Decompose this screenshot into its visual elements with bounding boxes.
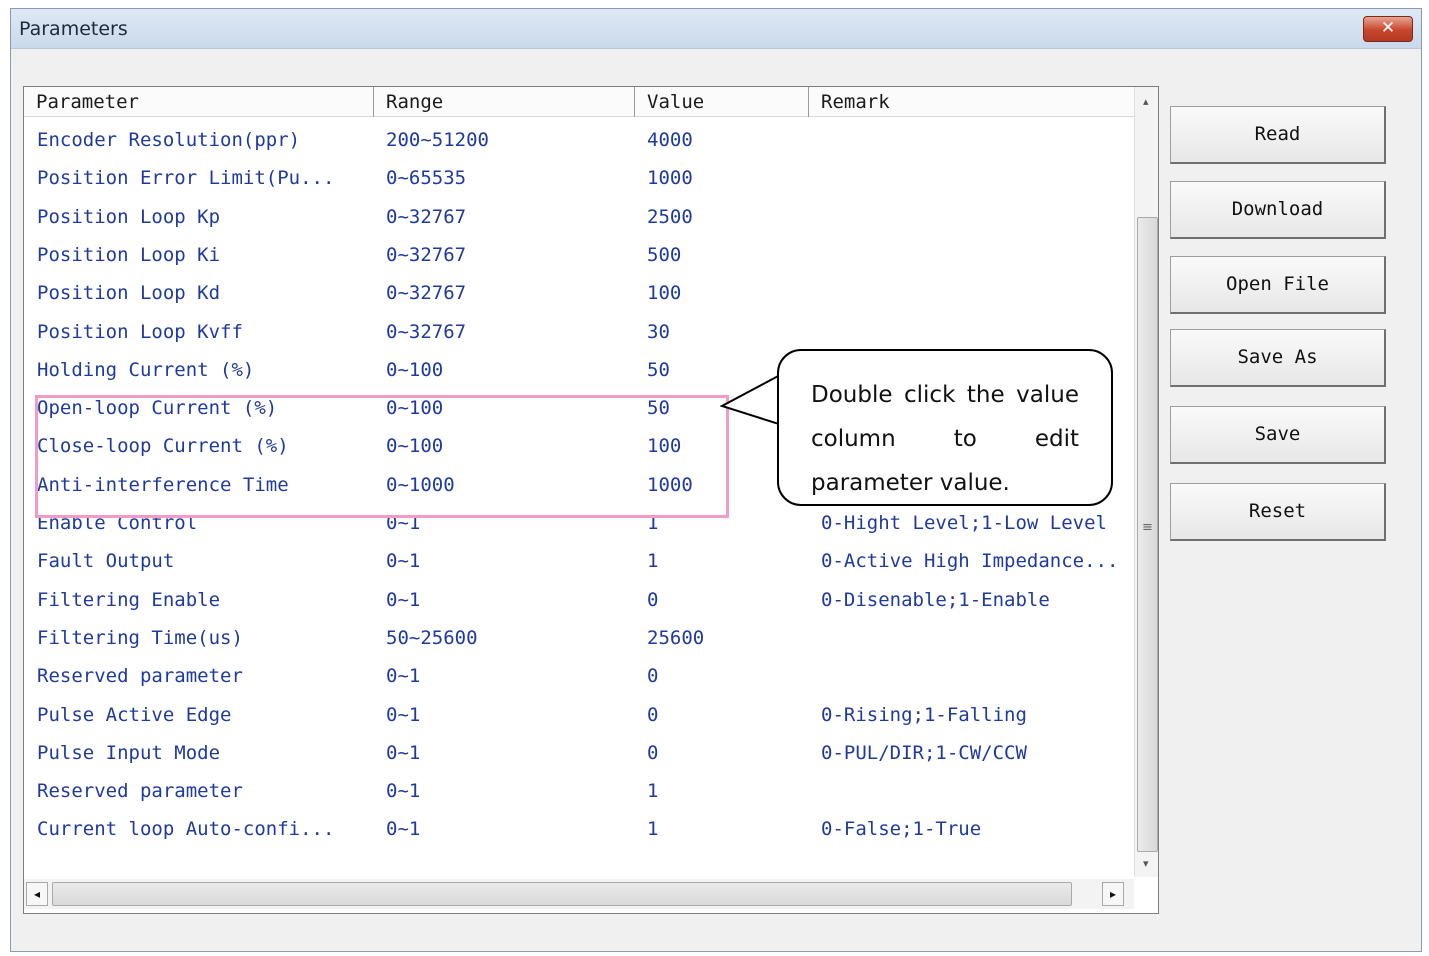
- remark-cell: [821, 236, 1134, 274]
- close-button[interactable]: ✕: [1363, 16, 1413, 42]
- remark-cell: [821, 121, 1134, 159]
- scroll-right-icon[interactable]: ▸: [1102, 882, 1124, 906]
- download-button[interactable]: Download: [1170, 181, 1386, 239]
- value-cell[interactable]: 0: [647, 734, 812, 772]
- list-header: Parameter Range Value Remark: [24, 87, 1134, 117]
- parameter-cell: Holding Current (%): [37, 358, 255, 381]
- range-cell: 0~32767: [386, 243, 467, 266]
- column-header-value[interactable]: Value: [635, 87, 809, 117]
- value-cell[interactable]: 500: [647, 236, 812, 274]
- value-cell[interactable]: 1: [647, 542, 812, 580]
- remark-cell: [821, 657, 1134, 695]
- horizontal-scroll-thumb[interactable]: [52, 882, 1072, 906]
- remark-cell: [821, 772, 1134, 810]
- range-cell: 200~51200: [386, 129, 489, 151]
- table-row[interactable]: Filtering Enable 0~1 0 0-Disenable;1-Enable: [24, 581, 1134, 619]
- parameter-cell: Pulse Active Edge: [37, 703, 232, 726]
- callout-note: Double click the value column to edit pa…: [777, 349, 1113, 506]
- range-cell: 0~1: [386, 780, 421, 803]
- value-cell[interactable]: 0: [647, 696, 812, 734]
- remark-cell: [821, 274, 1134, 312]
- grip-icon: ≡: [1142, 520, 1153, 535]
- table-row[interactable]: Current loop Auto-confi... 0~1 1 0-False;1-…: [24, 810, 1134, 848]
- range-cell: 0~100: [386, 358, 444, 381]
- range-cell: 0~32767: [386, 320, 467, 343]
- remark-cell: [821, 159, 1134, 197]
- parameter-cell: Fault Output: [37, 550, 175, 573]
- reset-button[interactable]: Reset: [1170, 483, 1386, 541]
- remark-cell: 0-Hight Level;1-Low Level: [821, 512, 1107, 534]
- parameter-cell: Reserved parameter: [37, 780, 243, 803]
- remark-cell: [821, 313, 1134, 351]
- highlight-box: [35, 395, 729, 518]
- column-header-remark[interactable]: Remark: [809, 87, 1134, 117]
- scroll-left-icon[interactable]: ◂: [26, 882, 48, 906]
- value-cell[interactable]: 1000: [647, 159, 812, 197]
- save-as-button[interactable]: Save As: [1170, 329, 1386, 387]
- table-row[interactable]: Position Error Limit(Pu... 0~65535 1000: [24, 159, 1134, 197]
- table-row[interactable]: Position Loop Kvff 0~32767 30: [24, 313, 1134, 351]
- value-cell[interactable]: 0: [647, 581, 812, 619]
- range-cell: 0~32767: [386, 282, 467, 305]
- table-row[interactable]: Encoder Resolution(ppr) 200~51200 4000: [24, 121, 1134, 159]
- parameter-cell: Encoder Resolution(ppr): [37, 129, 301, 151]
- range-cell: 0~1: [386, 703, 421, 726]
- parameter-cell: Pulse Input Mode: [37, 741, 221, 764]
- range-cell: 0~1: [386, 818, 421, 841]
- parameter-cell: Position Loop Kvff: [37, 320, 243, 343]
- table-row[interactable]: Pulse Input Mode 0~1 0 0-PUL/DIR;1-CW/CCW: [24, 734, 1134, 772]
- range-cell: 0~1: [386, 550, 421, 573]
- value-cell[interactable]: 100: [647, 274, 812, 312]
- remark-cell: 0-PUL/DIR;1-CW/CCW: [821, 741, 1027, 764]
- parameter-cell: Reserved parameter: [37, 665, 243, 688]
- parameter-cell: Position Loop Kd: [37, 282, 221, 305]
- value-cell[interactable]: 25600: [647, 619, 812, 657]
- window-title: Parameters: [19, 18, 128, 40]
- parameter-cell: Filtering Time(us): [37, 626, 243, 649]
- parameter-cell: Position Error Limit(Pu...: [37, 167, 335, 190]
- range-cell: 0~1: [386, 665, 421, 688]
- parameter-cell: Position Loop Kp: [37, 205, 221, 228]
- parameter-cell: Filtering Enable: [37, 588, 221, 611]
- range-cell: 50~25600: [386, 626, 478, 649]
- value-cell[interactable]: 4000: [647, 121, 812, 159]
- column-header-parameter[interactable]: Parameter: [24, 87, 374, 117]
- horizontal-scrollbar[interactable]: ◂ ▸: [24, 879, 1134, 909]
- callout-tail: [720, 372, 782, 427]
- table-row[interactable]: Fault Output 0~1 1 0-Active High Impedance.…: [24, 542, 1134, 580]
- parameter-cell: Position Loop Ki: [37, 243, 221, 266]
- column-header-range[interactable]: Range: [374, 87, 635, 117]
- parameter-cell: Current loop Auto-confi...: [37, 818, 335, 841]
- value-cell[interactable]: 2500: [647, 198, 812, 236]
- value-cell[interactable]: 1: [647, 810, 812, 848]
- table-row[interactable]: Position Loop Kp 0~32767 2500: [24, 198, 1134, 236]
- range-cell: 0~1: [386, 588, 421, 611]
- table-row[interactable]: Reserved parameter 0~1 0: [24, 657, 1134, 695]
- range-cell: 0~65535: [386, 167, 467, 190]
- table-row[interactable]: Pulse Active Edge 0~1 0 0-Rising;1-Falling: [24, 696, 1134, 734]
- open-file-button[interactable]: Open File: [1170, 256, 1386, 314]
- save-button[interactable]: Save: [1170, 406, 1386, 464]
- value-cell[interactable]: 0: [647, 657, 812, 695]
- scroll-up-icon[interactable]: ▴: [1143, 95, 1149, 108]
- vertical-scrollbar[interactable]: ▴ ≡ ▾: [1134, 87, 1158, 877]
- table-row[interactable]: Filtering Time(us) 50~25600 25600: [24, 619, 1134, 657]
- read-button[interactable]: Read: [1170, 106, 1386, 164]
- title-bar: Parameters ✕: [11, 9, 1421, 49]
- remark-cell: 0-Rising;1-Falling: [821, 703, 1027, 726]
- scroll-down-icon[interactable]: ▾: [1143, 857, 1149, 870]
- value-cell[interactable]: 30: [647, 313, 812, 351]
- table-row[interactable]: Position Loop Kd 0~32767 100: [24, 274, 1134, 312]
- remark-cell: 0-False;1-True: [821, 818, 982, 841]
- value-cell[interactable]: 1: [647, 772, 812, 810]
- range-cell: 0~32767: [386, 205, 467, 228]
- remark-cell: 0-Active High Impedance...: [821, 550, 1119, 573]
- remark-cell: [821, 198, 1134, 236]
- remark-cell: [821, 619, 1134, 657]
- range-cell: 0~1: [386, 741, 421, 764]
- table-row[interactable]: Reserved parameter 0~1 1: [24, 772, 1134, 810]
- table-row[interactable]: Position Loop Ki 0~32767 500: [24, 236, 1134, 274]
- remark-cell: 0-Disenable;1-Enable: [821, 588, 1050, 611]
